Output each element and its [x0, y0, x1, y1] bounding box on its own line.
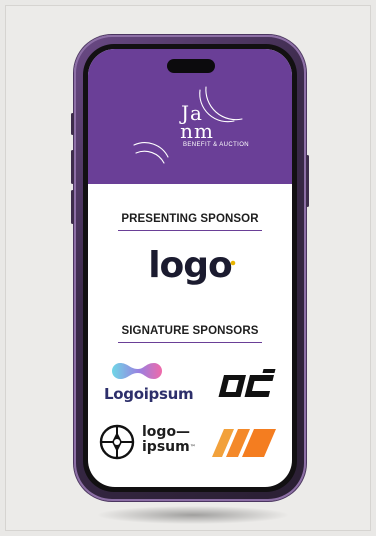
presenting-sponsor-heading: PRESENTING SPONSOR	[121, 213, 259, 225]
logoipsum-text: Logoipsum	[104, 385, 194, 403]
globe-icon	[99, 424, 135, 460]
brand-line-2: nm	[180, 119, 214, 143]
sponsor-stripes[interactable]	[212, 429, 278, 457]
presenting-divider	[118, 230, 262, 231]
signature-divider	[118, 342, 262, 343]
volume-up-button	[71, 150, 74, 184]
power-button	[306, 155, 309, 207]
brand-logo: Ja nm BENEFIT & AUCTION	[88, 103, 292, 148]
logo-dot-icon	[230, 260, 236, 266]
presenting-sponsor-logo[interactable]: logo	[88, 245, 292, 286]
logo-ipsum-line-2: ipsum	[142, 439, 190, 455]
presenting-logo-text: logo	[148, 245, 233, 286]
brand-subtitle: BENEFIT & AUCTION	[182, 142, 250, 148]
gradient-blob-icon	[112, 363, 162, 379]
signature-sponsors-heading: SIGNATURE SPONSORS	[121, 325, 259, 337]
phone-shadow	[98, 506, 288, 524]
oc-monogram-icon	[218, 369, 276, 397]
sponsor-oc-monogram[interactable]	[214, 367, 278, 401]
screen-header: Ja nm BENEFIT & AUCTION	[88, 49, 292, 184]
phone-bezel: Ja nm BENEFIT & AUCTION PRESENTING SPONS…	[83, 44, 297, 492]
logo-ipsum-line-2-row: ipsum™	[142, 440, 196, 455]
logo-ipsum-line-1: logo—	[142, 424, 191, 440]
logo-ipsum-wordmark: logo— ipsum™	[142, 425, 196, 455]
phone-device: Ja nm BENEFIT & AUCTION PRESENTING SPONS…	[71, 35, 309, 501]
sponsor-logoipsum[interactable]: Logoipsum	[104, 361, 204, 407]
silent-switch	[71, 113, 74, 135]
sponsor-logo-ipsum[interactable]: logo— ipsum™	[98, 421, 208, 463]
phone-screen: Ja nm BENEFIT & AUCTION PRESENTING SPONS…	[88, 49, 292, 487]
stripes-icon	[212, 429, 276, 457]
trademark-mark: ™	[189, 444, 196, 451]
volume-down-button	[71, 190, 74, 224]
